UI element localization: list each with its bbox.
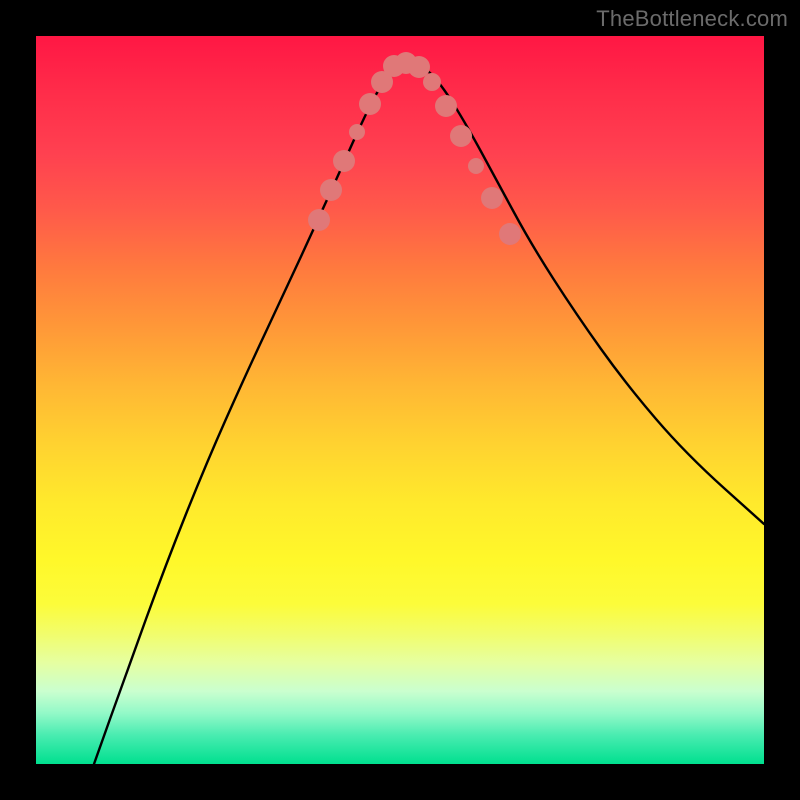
highlight-dot — [320, 179, 342, 201]
highlight-dot — [499, 223, 521, 245]
bottleneck-curve — [94, 64, 764, 764]
highlight-dot — [349, 124, 365, 140]
chart-frame: TheBottleneck.com — [0, 0, 800, 800]
plot-area — [36, 36, 764, 764]
curve-layer — [36, 36, 764, 764]
highlight-dot — [333, 150, 355, 172]
highlight-dot — [359, 93, 381, 115]
highlight-dot — [308, 209, 330, 231]
highlight-dot — [481, 187, 503, 209]
highlight-dots — [308, 52, 521, 245]
highlight-dot — [435, 95, 457, 117]
watermark-text: TheBottleneck.com — [596, 6, 788, 32]
highlight-dot — [408, 56, 430, 78]
highlight-dot — [468, 158, 484, 174]
highlight-dot — [450, 125, 472, 147]
highlight-dot — [423, 73, 441, 91]
